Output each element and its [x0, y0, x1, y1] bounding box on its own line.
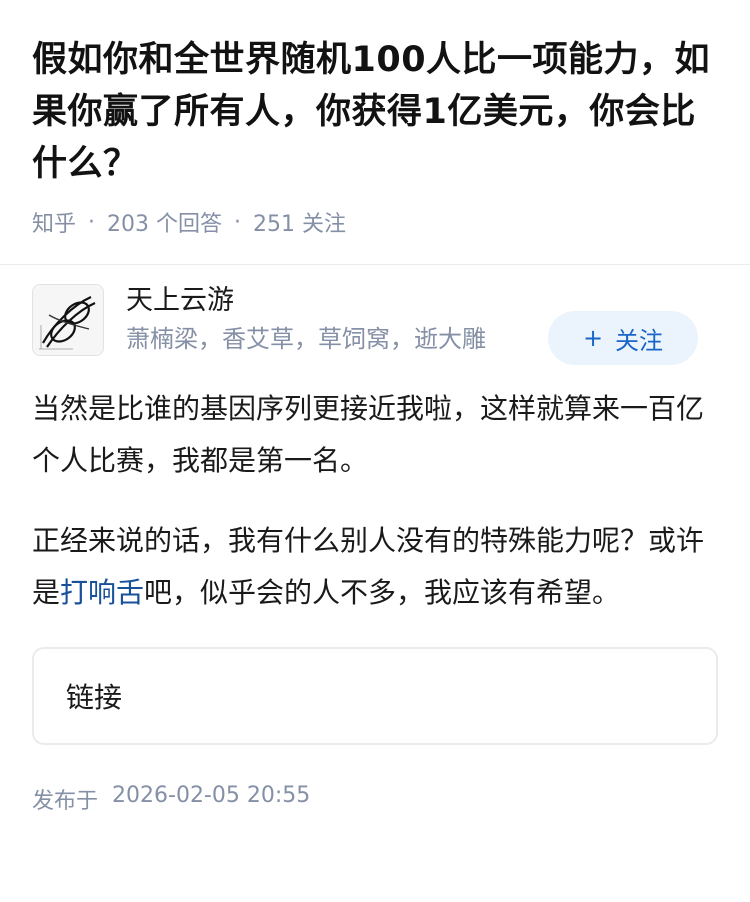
author-avatar[interactable] — [32, 284, 104, 356]
answer-card: 天上云游 萧楠梁，香艾草，草饲窝，逝大雕 + 关注 当然是比谁的基因序列更接近我… — [0, 265, 750, 815]
separator-dot: · — [88, 209, 96, 235]
answer-content: 当然是比谁的基因序列更接近我啦，这样就算来一百亿个人比赛，我都是第一名。 正经来… — [32, 383, 718, 619]
question-meta: 知乎 · 203 个回答 · 251 关注 — [32, 202, 718, 242]
follow-button-label: 关注 — [615, 326, 664, 355]
question-title[interactable]: 假如你和全世界随机100人比一项能力，如果你赢了所有人，你获得1亿美元，你会比什… — [32, 34, 718, 190]
answer-count[interactable]: 203 个回答 — [107, 206, 222, 238]
plus-icon: + — [582, 324, 604, 352]
separator-dot: · — [234, 209, 242, 235]
author-row: 天上云游 萧楠梁，香艾草，草饲窝，逝大雕 + 关注 — [32, 265, 718, 375]
sketch-avatar-icon — [33, 285, 103, 355]
follow-button[interactable]: + 关注 — [548, 311, 698, 365]
publish-time: 2026-02-05 20:55 — [112, 783, 311, 808]
link-card[interactable]: 链接 — [32, 647, 718, 745]
author-badge: 萧楠梁，香艾草，草饲窝，逝大雕 — [126, 325, 486, 353]
link-card-label: 链接 — [66, 681, 123, 714]
publish-info: 发布于 2026-02-05 20:55 — [32, 783, 718, 815]
author-info: 天上云游 萧楠梁，香艾草，草饲窝，逝大雕 — [126, 283, 486, 357]
paragraph-text: 吧，似乎会的人不多，我应该有希望。 — [144, 576, 621, 609]
answer-paragraph: 正经来说的话，我有什么别人没有的特殊能力呢？或许是打响舌吧，似乎会的人不多，我应… — [32, 515, 718, 619]
inline-link[interactable]: 打响舌 — [60, 576, 144, 609]
question-header: 假如你和全世界随机100人比一项能力，如果你赢了所有人，你获得1亿美元，你会比什… — [0, 0, 750, 242]
answer-paragraph: 当然是比谁的基因序列更接近我啦，这样就算来一百亿个人比赛，我都是第一名。 — [32, 392, 705, 477]
follow-count[interactable]: 251 关注 — [253, 206, 346, 238]
author-name[interactable]: 天上云游 — [126, 283, 486, 319]
source-label[interactable]: 知乎 — [32, 206, 76, 238]
publish-prefix: 发布于 — [32, 789, 99, 814]
